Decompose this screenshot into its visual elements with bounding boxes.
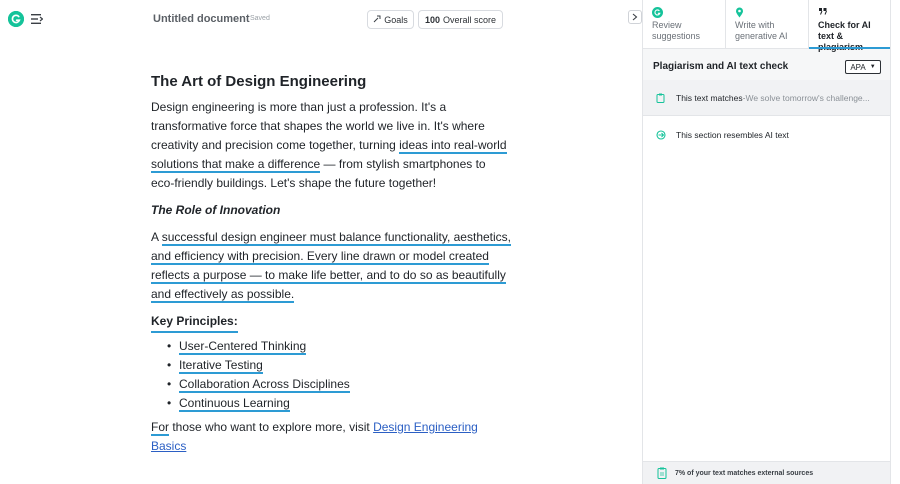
plagiarism-match-item[interactable]: This text matches · We solve tomorrow's … bbox=[643, 80, 891, 116]
grammarly-icon bbox=[652, 7, 716, 19]
suggestion-underline[interactable]: For bbox=[151, 420, 169, 436]
score-label: Overall score bbox=[443, 14, 497, 25]
list-item-text[interactable]: Continuous Learning bbox=[179, 396, 290, 412]
window-edge bbox=[890, 0, 900, 484]
match-label: This text matches bbox=[676, 92, 743, 103]
list-item-text[interactable]: Collaboration Across Disciplines bbox=[179, 377, 350, 393]
document-heading[interactable]: The Art of Design Engineering bbox=[151, 72, 511, 91]
goals-label: Goals bbox=[384, 14, 408, 25]
panel-tabs: Review suggestions Write with generative… bbox=[643, 0, 891, 52]
report-icon bbox=[657, 467, 667, 479]
list-item-text[interactable]: Iterative Testing bbox=[179, 358, 263, 374]
closing-paragraph[interactable]: For those who want to explore more, visi… bbox=[151, 418, 511, 456]
innovation-paragraph[interactable]: A successful design engineer must balanc… bbox=[151, 228, 511, 304]
assistant-panel: Review suggestions Write with generative… bbox=[642, 0, 891, 484]
principles-list: User-Centered Thinking Iterative Testing… bbox=[161, 337, 511, 413]
ai-text-label: This section resembles AI text bbox=[676, 130, 789, 140]
goals-icon bbox=[373, 15, 381, 25]
citation-style-select[interactable]: APA ▼ bbox=[845, 60, 881, 74]
tab-generative-ai[interactable]: Write with generative AI bbox=[726, 0, 809, 48]
principles-heading[interactable]: Key Principles: bbox=[151, 312, 238, 333]
tab-label: Write with generative AI bbox=[735, 20, 788, 41]
menu-icon[interactable] bbox=[27, 7, 47, 31]
panel-footer: 7% of your text matches external sources bbox=[643, 461, 891, 484]
caret-down-icon: ▼ bbox=[869, 64, 876, 70]
tab-label: Check for AI text & plagiarism bbox=[818, 20, 871, 52]
document-editor[interactable]: The Art of Design Engineering Design eng… bbox=[151, 72, 511, 456]
tab-plagiarism-check[interactable]: Check for AI text & plagiarism bbox=[809, 0, 891, 52]
match-preview: We solve tomorrow's challenge... bbox=[745, 92, 870, 103]
closing-text: those who want to explore more, visit bbox=[169, 420, 374, 434]
ai-detect-icon bbox=[656, 130, 666, 140]
list-item[interactable]: User-Centered Thinking bbox=[161, 337, 511, 356]
innovation-subheading[interactable]: The Role of Innovation bbox=[151, 201, 511, 220]
list-item[interactable]: Iterative Testing bbox=[161, 356, 511, 375]
document-title[interactable]: Untitled document bbox=[153, 13, 250, 25]
collapse-panel-button[interactable] bbox=[628, 10, 642, 24]
tab-review-suggestions[interactable]: Review suggestions bbox=[643, 0, 726, 48]
score-value: 100 bbox=[424, 14, 440, 25]
tab-label: Review suggestions bbox=[652, 20, 701, 41]
goals-button[interactable]: Goals bbox=[367, 10, 414, 29]
citation-style-value: APA bbox=[850, 62, 866, 72]
overall-score-button[interactable]: 100 Overall score bbox=[418, 10, 503, 29]
top-bar: Untitled document Saved Goals 100 Overal… bbox=[0, 0, 642, 38]
list-item[interactable]: Continuous Learning bbox=[161, 394, 511, 413]
save-status: Saved bbox=[250, 15, 270, 22]
footer-summary: 7% of your text matches external sources bbox=[675, 469, 814, 477]
document-copy-icon bbox=[656, 93, 666, 103]
innovation-text-start: A bbox=[151, 230, 162, 244]
suggestion-underline[interactable]: successful design engineer must balance … bbox=[151, 230, 511, 303]
ai-text-item[interactable]: This section resembles AI text bbox=[643, 126, 891, 144]
quote-icon bbox=[818, 7, 882, 19]
list-item-text[interactable]: User-Centered Thinking bbox=[179, 339, 307, 355]
results-list: This text matches · We solve tomorrow's … bbox=[643, 80, 891, 461]
location-pin-icon bbox=[735, 7, 799, 19]
grammarly-logo-icon[interactable] bbox=[8, 11, 24, 27]
chevron-right-icon bbox=[632, 8, 638, 26]
list-item[interactable]: Collaboration Across Disciplines bbox=[161, 375, 511, 394]
intro-paragraph[interactable]: Design engineering is more than just a p… bbox=[151, 98, 511, 193]
section-title: Plagiarism and AI text check bbox=[653, 61, 789, 72]
